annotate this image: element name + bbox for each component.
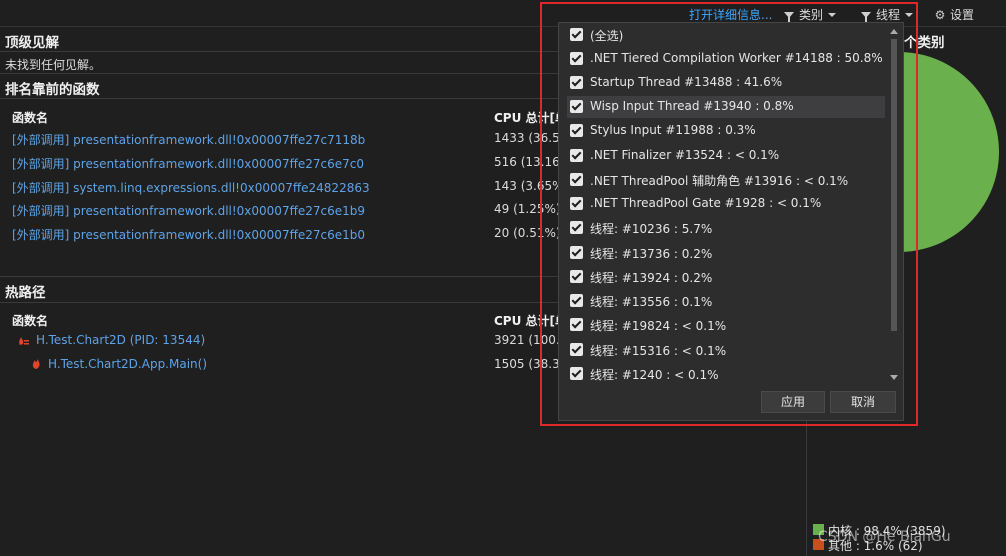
thread-option[interactable]: 线程: #13736 : 0.2% (567, 242, 885, 264)
top-functions-title: 排名靠前的函数 (5, 82, 100, 98)
settings-button[interactable]: ⚙ 设置 (934, 6, 974, 23)
thread-option[interactable]: .NET Finalizer #13524 : < 0.1% (567, 145, 885, 167)
thread-option[interactable]: Stylus Input #11988 : 0.3% (567, 120, 885, 142)
function-link[interactable]: [外部调用] presentationframework.dll!0x00007… (12, 155, 364, 172)
thread-option-checkbox[interactable] (570, 28, 583, 41)
scroll-up-arrow[interactable] (890, 29, 898, 34)
thread-option-label: 线程: #10236 : 5.7% (590, 222, 713, 236)
function-link[interactable]: [外部调用] presentationframework.dll!0x00007… (12, 226, 365, 243)
thread-option-label: .NET Finalizer #13524 : < 0.1% (590, 148, 780, 162)
column-header-function[interactable]: 函数名 (12, 109, 48, 126)
thread-option-checkbox[interactable] (570, 294, 583, 307)
thread-option[interactable]: .NET ThreadPool Gate #1928 : < 0.1% (567, 193, 885, 215)
flame-icon (32, 359, 40, 369)
thread-option[interactable]: Wisp Input Thread #13940 : 0.8% (567, 96, 885, 118)
thread-option-checkbox[interactable] (570, 221, 583, 234)
cancel-button[interactable]: 取消 (830, 391, 896, 413)
thread-option-label: 线程: #13736 : 0.2% (590, 247, 713, 261)
hot-path-arrow-icon (19, 337, 29, 345)
thread-option[interactable]: (全选) (567, 24, 885, 46)
apply-button[interactable]: 应用 (761, 391, 825, 413)
gear-icon: ⚙ (934, 8, 946, 22)
thread-option-checkbox[interactable] (570, 197, 583, 210)
dropdown-scrollbar[interactable] (889, 29, 899, 385)
hot-path-title: 热路径 (5, 285, 46, 301)
function-link[interactable]: [外部调用] presentationframework.dll!0x00007… (12, 202, 365, 219)
scroll-down-arrow[interactable] (890, 375, 898, 380)
thread-option[interactable]: 线程: #13924 : 0.2% (567, 266, 885, 288)
thread-option[interactable]: Startup Thread #13488 : 41.6% (567, 72, 885, 94)
thread-option-label: Startup Thread #13488 : 41.6% (590, 75, 783, 89)
scroll-thumb[interactable] (891, 39, 897, 331)
thread-option-label: Wisp Input Thread #13940 : 0.8% (590, 99, 794, 113)
thread-option[interactable]: .NET ThreadPool 辅助角色 #13916 : < 0.1% (567, 169, 885, 191)
thread-option-checkbox[interactable] (570, 173, 583, 186)
thread-option-label: 线程: #1240 : < 0.1% (590, 368, 719, 382)
thread-option-checkbox[interactable] (570, 100, 583, 113)
thread-option-label: 线程: #15316 : < 0.1% (590, 344, 727, 358)
thread-option-checkbox[interactable] (570, 52, 583, 65)
thread-option-checkbox[interactable] (570, 318, 583, 331)
thread-option-checkbox[interactable] (570, 343, 583, 356)
thread-option[interactable]: 线程: #13556 : 0.1% (567, 290, 885, 312)
thread-option-checkbox[interactable] (570, 270, 583, 283)
thread-option-checkbox[interactable] (570, 124, 583, 137)
settings-label: 设置 (950, 8, 975, 22)
thread-option[interactable]: 线程: #19824 : < 0.1% (567, 314, 885, 336)
thread-option[interactable]: 线程: #15316 : < 0.1% (567, 339, 885, 361)
thread-option-label: 线程: #13924 : 0.2% (590, 271, 713, 285)
thread-option-checkbox[interactable] (570, 367, 583, 380)
thread-option-checkbox[interactable] (570, 76, 583, 89)
thread-option-label: 线程: #19824 : < 0.1% (590, 319, 727, 333)
thread-filter-dropdown: (全选) .NET Tiered Compilation Worker #1418… (558, 22, 904, 421)
column-header-function[interactable]: 函数名 (12, 312, 48, 329)
thread-option-label: Stylus Input #11988 : 0.3% (590, 123, 756, 137)
thread-option-label: 线程: #13556 : 0.1% (590, 295, 713, 309)
thread-option[interactable]: 线程: #1240 : < 0.1% (567, 363, 885, 385)
thread-option-checkbox[interactable] (570, 246, 583, 259)
thread-option[interactable]: .NET Tiered Compilation Worker #14188 : … (567, 48, 885, 70)
function-link[interactable]: [外部调用] system.linq.expressions.dll!0x000… (12, 179, 370, 196)
thread-option-label: .NET ThreadPool 辅助角色 #13916 : < 0.1% (590, 174, 849, 188)
thread-option-checkbox[interactable] (570, 149, 583, 162)
top-insights-empty-text: 未找到任何见解。 (5, 58, 102, 72)
thread-option-label: .NET Tiered Compilation Worker #14188 : … (590, 51, 883, 65)
thread-option[interactable]: 线程: #10236 : 5.7% (567, 217, 885, 239)
hot-path-function-link[interactable]: H.Test.Chart2D.App.Main() (48, 357, 207, 371)
hot-path-process-link[interactable]: H.Test.Chart2D (PID: 13544) (36, 333, 205, 347)
watermark-text: CSDN @He BianGu (818, 529, 951, 545)
thread-option-label: (全选) (590, 29, 624, 43)
thread-option-label: .NET ThreadPool Gate #1928 : < 0.1% (590, 196, 822, 210)
top-insights-title: 顶级见解 (5, 35, 59, 51)
function-link[interactable]: [外部调用] presentationframework.dll!0x00007… (12, 131, 365, 148)
